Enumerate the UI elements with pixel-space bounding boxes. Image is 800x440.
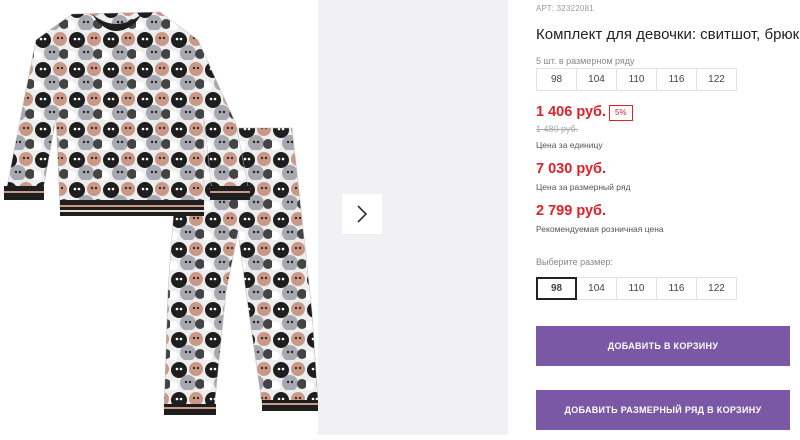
product-photo[interactable] <box>0 0 319 435</box>
size-range-label: 5 шт. в размерном ряду <box>536 56 635 66</box>
size-range-item: 110 <box>616 68 657 91</box>
size-option[interactable]: 110 <box>616 277 657 300</box>
product-sku: АРТ: 32322081 <box>536 4 594 13</box>
size-range-item: 104 <box>576 68 617 91</box>
add-size-range-to-cart-button[interactable]: ДОБАВИТЬ РАЗМЕРНЫЙ РЯД В КОРЗИНУ <box>536 390 790 430</box>
retail-price: 2 799 руб. <box>536 203 607 219</box>
size-option[interactable]: 98 <box>536 277 577 300</box>
size-range-item: 122 <box>696 68 737 91</box>
retail-price-caption: Рекомендуемая розничная цена <box>536 224 664 234</box>
chevron-right-icon <box>357 205 368 223</box>
size-range-row: 98 104 110 116 122 <box>536 68 737 91</box>
size-range-item: 116 <box>656 68 697 91</box>
product-photo-illustration <box>4 11 319 415</box>
old-price: 1 480 руб. <box>536 124 579 134</box>
product-gallery <box>0 0 508 435</box>
size-option[interactable]: 116 <box>656 277 697 300</box>
size-option[interactable]: 104 <box>576 277 617 300</box>
select-size-label: Выберите размер: <box>536 257 613 267</box>
range-price: 7 030 руб. <box>536 161 607 177</box>
next-image-button[interactable] <box>342 194 382 234</box>
range-price-caption: Цена за размерный ряд <box>536 182 631 192</box>
add-to-cart-button[interactable]: ДОБАВИТЬ В КОРЗИНУ <box>536 326 790 366</box>
size-selector: 98 104 110 116 122 <box>536 277 737 300</box>
unit-price: 1 406 руб. <box>536 104 607 120</box>
size-range-item: 98 <box>536 68 577 91</box>
product-title: Комплект для девочки: свитшот, брюки <box>536 26 800 43</box>
discount-badge: 5% <box>609 105 633 121</box>
product-info: АРТ: 32322081 Комплект для девочки: свит… <box>536 0 800 435</box>
unit-price-caption: Цена за единицу <box>536 140 603 150</box>
size-option[interactable]: 122 <box>696 277 737 300</box>
